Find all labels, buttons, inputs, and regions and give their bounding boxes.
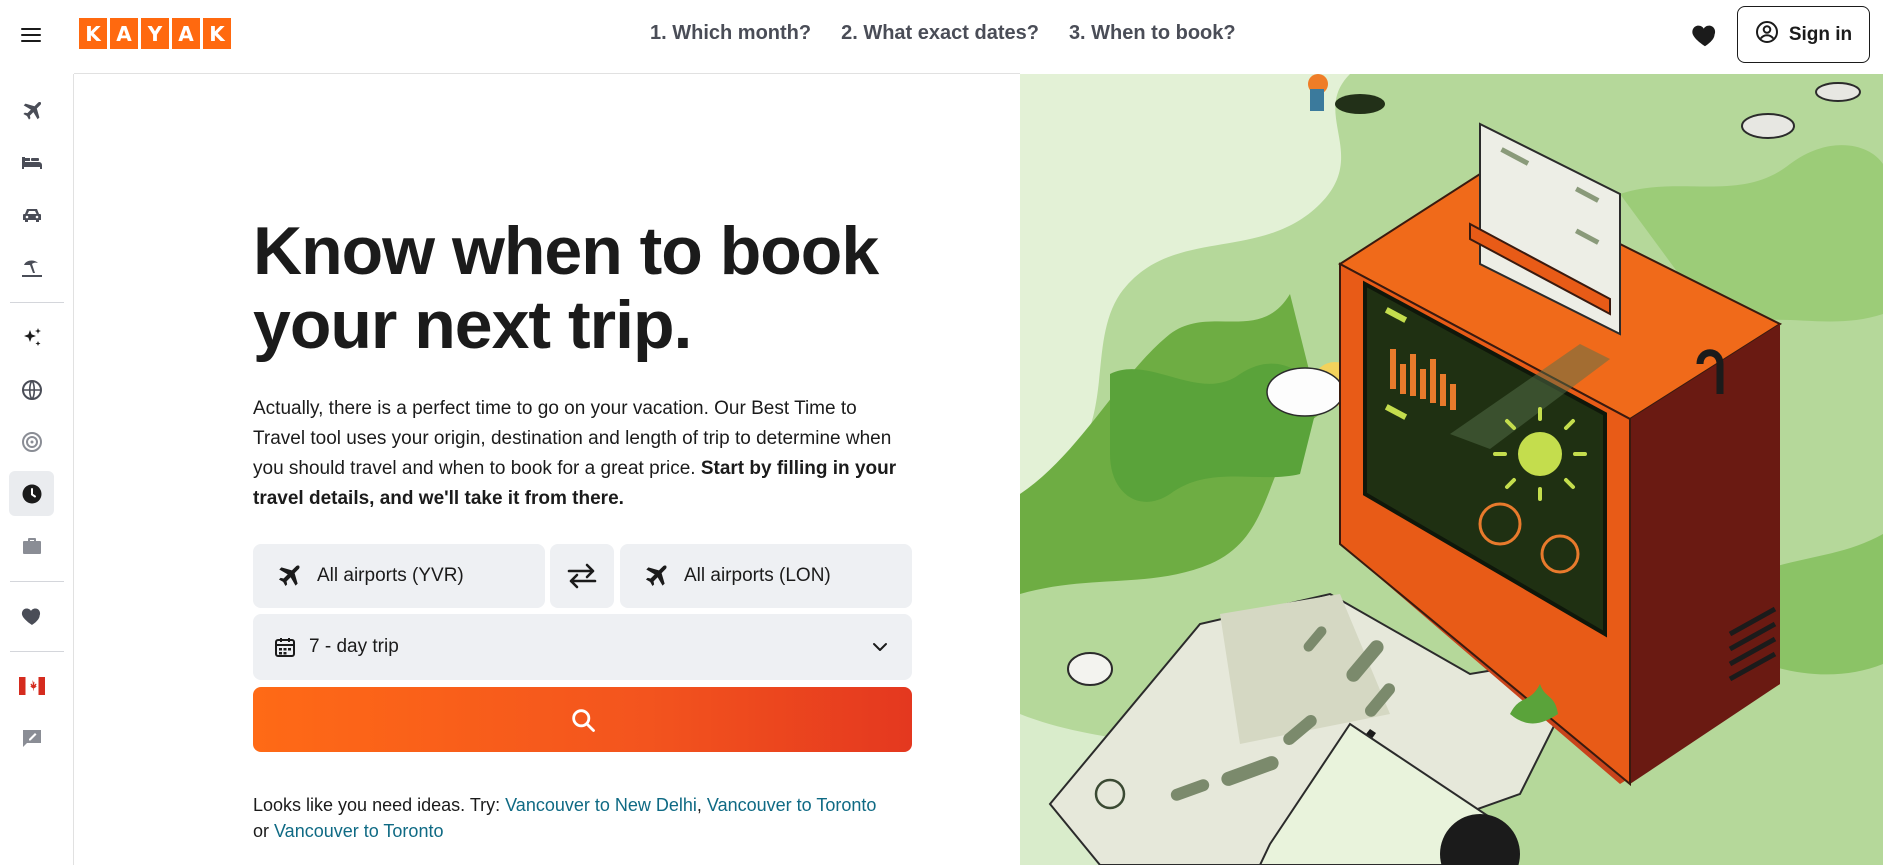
- sidebar-item-feedback[interactable]: [9, 715, 54, 760]
- sidebar-item-trips[interactable]: [9, 593, 54, 638]
- nav-exact-dates[interactable]: 2. What exact dates?: [841, 22, 1039, 45]
- plane-icon: [278, 565, 300, 587]
- chevron-down-icon: [873, 643, 887, 651]
- page-title: Know when to book your next trip.: [253, 214, 953, 362]
- car-icon: [22, 208, 41, 222]
- idea-link-new-delhi[interactable]: Vancouver to New Delhi: [505, 795, 697, 815]
- time-machine-illustration: [1020, 74, 1883, 865]
- globe-icon: [21, 379, 42, 400]
- sparkle-icon: [23, 327, 41, 346]
- calendar-icon: [275, 638, 295, 657]
- search-icon: [571, 708, 595, 732]
- sidebar-item-trends[interactable]: [9, 419, 54, 464]
- sidebar-item-best-time[interactable]: [9, 471, 54, 516]
- sidebar-item-stays[interactable]: [9, 140, 54, 185]
- main-content: Know when to book your next trip. Actual…: [74, 74, 1020, 865]
- plane-icon: [645, 565, 667, 587]
- feedback-icon: [22, 729, 41, 747]
- destination-value: All airports (LON): [684, 565, 831, 586]
- heart-icon: [21, 608, 40, 625]
- user-icon: [1755, 20, 1779, 49]
- sidebar-divider: [10, 651, 64, 652]
- ideas-prefix: Looks like you need ideas. Try:: [253, 795, 506, 815]
- bed-icon: [21, 156, 42, 169]
- trip-length-select[interactable]: 7 - day trip: [253, 614, 912, 680]
- swap-icon: [567, 563, 597, 589]
- target-icon: [21, 431, 42, 452]
- sign-in-label: Sign in: [1788, 23, 1853, 45]
- sidebar-divider: [10, 302, 64, 303]
- ideas-separator: ,: [696, 795, 707, 815]
- nav-which-month[interactable]: 1. Which month?: [650, 22, 811, 45]
- origin-value: All airports (YVR): [317, 565, 464, 586]
- sidebar-item-ai-assistant[interactable]: [9, 315, 54, 360]
- nav-when-to-book[interactable]: 3. When to book?: [1069, 22, 1236, 45]
- destination-field[interactable]: All airports (LON): [620, 544, 912, 608]
- title-line: Know when to book: [253, 213, 879, 289]
- kayak-logo[interactable]: K A Y A K: [79, 18, 231, 49]
- idea-link-toronto[interactable]: Vancouver to Toronto: [707, 795, 876, 815]
- hero-description: Actually, there is a perfect time to go …: [253, 394, 913, 514]
- idea-link-toronto-2[interactable]: Vancouver to Toronto: [274, 821, 443, 841]
- origin-field[interactable]: All airports (YVR): [253, 544, 545, 608]
- logo-letter: A: [110, 18, 138, 49]
- sidebar-item-region[interactable]: [9, 663, 54, 708]
- sidebar-item-packages[interactable]: [9, 244, 54, 289]
- beach-icon: [21, 260, 42, 277]
- heart-icon[interactable]: [1690, 20, 1720, 50]
- menu-icon[interactable]: [18, 22, 46, 50]
- search-button[interactable]: [253, 687, 912, 752]
- ideas-separator: or: [253, 821, 275, 841]
- hero-illustration: [1020, 74, 1883, 865]
- title-line: your next trip.: [253, 287, 692, 363]
- swap-button[interactable]: [550, 544, 614, 608]
- sign-in-button[interactable]: Sign in: [1737, 6, 1870, 63]
- briefcase-icon: [22, 537, 41, 554]
- logo-letter: A: [172, 18, 200, 49]
- sidebar: [0, 74, 74, 865]
- sidebar-item-cars[interactable]: [9, 192, 54, 237]
- ideas-text: Looks like you need ideas. Try: Vancouve…: [253, 792, 933, 844]
- trip-length-value: 7 - day trip: [309, 636, 399, 657]
- sidebar-item-business[interactable]: [9, 523, 54, 568]
- plane-icon: [22, 101, 41, 120]
- top-nav: 1. Which month? 2. What exact dates? 3. …: [650, 22, 1236, 45]
- logo-letter: Y: [141, 18, 169, 49]
- canada-flag-icon: [18, 676, 45, 695]
- clock-icon: [22, 484, 41, 503]
- header: K A Y A K 1. Which month? 2. What exact …: [0, 0, 1883, 74]
- sidebar-item-explore[interactable]: [9, 367, 54, 412]
- logo-letter: K: [79, 18, 107, 49]
- logo-letter: K: [203, 18, 231, 49]
- sidebar-item-flights[interactable]: [9, 88, 54, 133]
- sidebar-divider: [10, 581, 64, 582]
